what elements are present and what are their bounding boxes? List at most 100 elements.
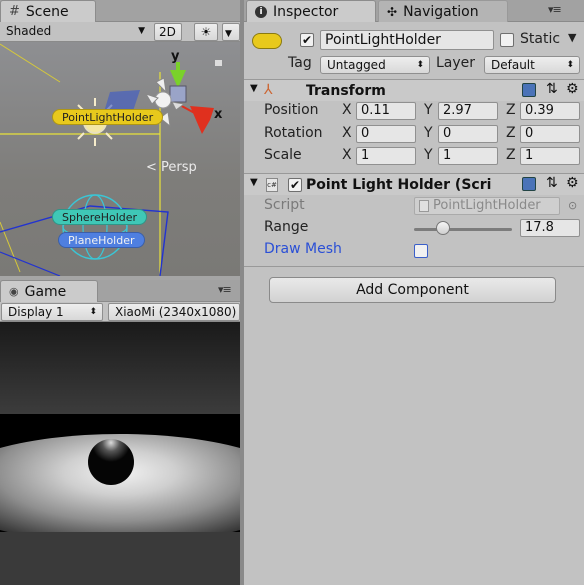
kebab-menu-icon[interactable]: ▾≡ [218, 283, 232, 296]
tab-scene[interactable]: # Scene [0, 0, 96, 22]
script-object-field: PointLightHolder [414, 197, 560, 215]
game-viewport [0, 322, 240, 585]
help-book-icon[interactable] [522, 83, 536, 97]
game-sky [0, 322, 240, 414]
tab-scene-label: Scene [25, 3, 69, 20]
transform-header[interactable]: ▼ ⅄ Transform ⇅ ⚙ [244, 79, 584, 101]
game-panel: ◉ Game ▾≡ Display 1 ⬍ XiaoMi (2340x1080) [0, 280, 240, 585]
chevron-down-icon[interactable]: ▼ [568, 31, 576, 44]
position-y-axis-label[interactable]: Y [424, 102, 433, 118]
scene-viewport[interactable]: x y < Persp PointLightHolder SphereHolde… [0, 42, 240, 276]
gizmo-x-arrow[interactable] [190, 106, 214, 134]
rotation-x-axis-label[interactable]: X [342, 125, 352, 141]
lock-icon[interactable] [215, 60, 222, 66]
transform-axes-icon: ⅄ [264, 82, 273, 98]
position-z-field[interactable]: 0.39 [520, 102, 580, 120]
tab-navigation[interactable]: ✣ Navigation [378, 0, 508, 22]
script-component-title: Point Light Holder (Scrip [306, 177, 492, 193]
position-z-axis-label[interactable]: Z [506, 102, 516, 118]
scale-y-axis-label[interactable]: Y [424, 147, 433, 163]
csharp-script-icon: c# [266, 178, 278, 192]
scene-lighting-toggle[interactable]: ☀ [194, 23, 218, 41]
inspector-panel: i Inspector ✣ Navigation ▾≡ ✔ PointLight… [244, 0, 584, 585]
layer-value: Default [491, 58, 535, 72]
scale-z-axis-label[interactable]: Z [506, 147, 516, 163]
sphere-wire [62, 194, 128, 260]
tab-inspector[interactable]: i Inspector [246, 0, 376, 22]
tab-navigation-label: Navigation [403, 3, 479, 20]
rotation-label: Rotation [264, 125, 323, 141]
kebab-menu-icon[interactable]: ▾≡ [548, 3, 562, 16]
gizmo-y-arrow[interactable] [170, 70, 186, 88]
game-toolbar: Display 1 ⬍ XiaoMi (2340x1080) [0, 302, 240, 322]
game-controller-icon: ◉ [9, 285, 19, 298]
display-dropdown[interactable]: Display 1 ⬍ [1, 303, 103, 321]
gizmo-y-label: y [171, 49, 180, 64]
tag-label: Tag [288, 55, 312, 71]
preset-sliders-icon[interactable]: ⇅ [546, 81, 558, 97]
inspector-tabbar: i Inspector ✣ Navigation ▾≡ [244, 0, 584, 22]
game-sphere [88, 439, 134, 485]
scale-x-axis-label[interactable]: X [342, 147, 352, 163]
position-x-axis-label[interactable]: X [342, 102, 352, 118]
position-y-field[interactable]: 2.97 [438, 102, 498, 120]
preset-sliders-icon[interactable]: ⇅ [546, 175, 558, 191]
resolution-value: XiaoMi (2340x1080) [115, 305, 237, 319]
add-component-button[interactable]: Add Component [269, 277, 556, 303]
draw-mesh-checkbox[interactable] [414, 244, 428, 258]
game-floor [0, 532, 240, 585]
position-x-field[interactable]: 0.11 [356, 102, 416, 120]
help-book-icon[interactable] [522, 177, 536, 191]
rotation-y-axis-label[interactable]: Y [424, 125, 433, 141]
mode-2d-toggle[interactable]: 2D [154, 23, 182, 41]
script-enabled-checkbox[interactable]: ✔ [288, 178, 302, 192]
gizmo-center[interactable] [169, 85, 187, 103]
scale-z-field[interactable]: 1 [520, 147, 580, 165]
rotation-z-field[interactable]: 0 [520, 125, 580, 143]
rotation-y-field[interactable]: 0 [438, 125, 498, 143]
point-light-tag[interactable]: PointLightHolder [52, 109, 164, 125]
gear-icon[interactable]: ⚙ [566, 175, 579, 191]
range-slider-track[interactable] [414, 228, 512, 231]
plane-tag[interactable]: PlaneHolder [58, 232, 145, 248]
rotation-x-field[interactable]: 0 [356, 125, 416, 143]
tag-value: Untagged [327, 58, 386, 72]
object-name-field[interactable]: PointLightHolder [320, 30, 494, 50]
scene-audio-toggle[interactable]: ▼ [222, 23, 240, 41]
chevron-down-icon: ▼ [138, 26, 145, 36]
draw-mesh-label: Draw Mesh [264, 241, 342, 257]
shading-mode-value: Shaded [6, 24, 52, 38]
gear-icon[interactable]: ⚙ [566, 81, 579, 97]
persp-label[interactable]: < Persp [146, 160, 197, 175]
static-checkbox[interactable] [500, 33, 514, 47]
script-component-header[interactable]: ▼ c# ✔ Point Light Holder (Scrip ⇅ ⚙ [244, 173, 584, 195]
rotation-z-axis-label[interactable]: Z [506, 125, 516, 141]
range-slider-thumb[interactable] [436, 221, 451, 235]
scale-y-field[interactable]: 1 [438, 147, 498, 165]
expand-triangle-icon[interactable]: ▼ [250, 177, 258, 188]
chevron-updown-icon: ⬍ [416, 60, 424, 70]
camera-frustum-line [0, 43, 61, 83]
scale-x-field[interactable]: 1 [356, 147, 416, 165]
sphere-wire [82, 194, 108, 260]
object-icon[interactable] [252, 33, 282, 49]
position-label: Position [264, 102, 319, 118]
tab-inspector-label: Inspector [273, 3, 339, 20]
sphere-tag[interactable]: SphereHolder [52, 209, 148, 225]
tag-dropdown[interactable]: Untagged ⬍ [320, 56, 430, 74]
layer-dropdown[interactable]: Default ⬍ [484, 56, 580, 74]
range-field[interactable]: 17.8 [520, 219, 580, 237]
script-label: Script [264, 197, 305, 213]
tab-game[interactable]: ◉ Game [0, 280, 98, 302]
object-picker-icon[interactable]: ⊙ [568, 199, 577, 212]
resolution-dropdown[interactable]: XiaoMi (2340x1080) [108, 303, 240, 321]
navigation-icon: ✣ [387, 4, 398, 19]
active-checkbox[interactable]: ✔ [300, 33, 314, 47]
plane-outline [0, 251, 61, 276]
scene-toolbar: Shaded ▼ 2D ☀ ▼ [0, 22, 240, 42]
expand-triangle-icon[interactable]: ▼ [250, 83, 258, 94]
static-label: Static [520, 31, 561, 47]
sun-icon: ☀ [200, 25, 212, 39]
shading-mode-dropdown[interactable]: Shaded ▼ [0, 23, 150, 41]
grid-icon: # [9, 4, 20, 19]
